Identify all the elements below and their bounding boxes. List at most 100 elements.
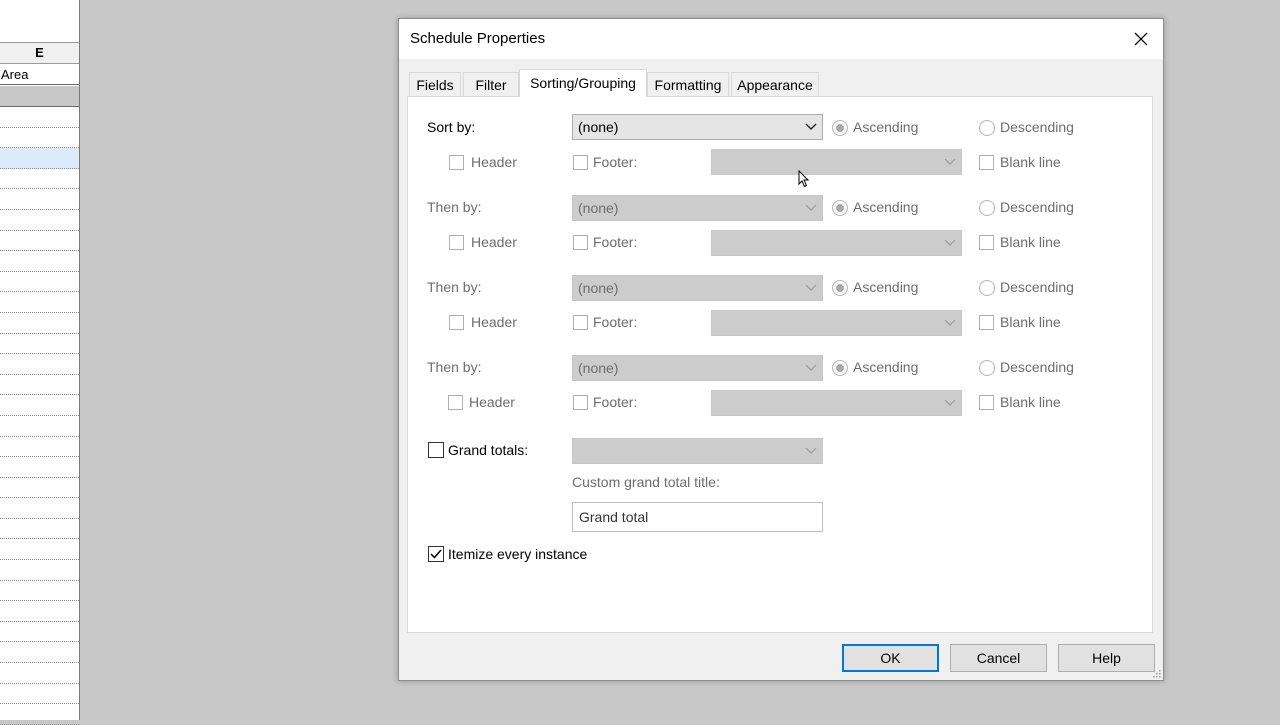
sort-by-label: Sort by: bbox=[427, 119, 476, 135]
tab-filter[interactable]: Filter bbox=[463, 72, 519, 96]
table-row[interactable] bbox=[0, 375, 79, 396]
close-button[interactable] bbox=[1119, 19, 1163, 59]
then-by-2-blank-line-label: Blank line bbox=[1000, 314, 1061, 330]
sort-by-value: (none) bbox=[578, 119, 619, 135]
table-row[interactable] bbox=[0, 251, 79, 272]
table-row[interactable] bbox=[0, 704, 79, 725]
sheet-field-header[interactable]: Area bbox=[0, 64, 79, 85]
then-by-3-footer-label: Footer: bbox=[593, 394, 638, 410]
help-button[interactable]: Help bbox=[1058, 644, 1155, 672]
then-by-3-header-checkbox[interactable] bbox=[448, 395, 463, 410]
sort-by-descending-radio[interactable] bbox=[979, 120, 995, 136]
then-by-2-blank-line-checkbox[interactable] bbox=[979, 315, 994, 330]
then-by-2-footer-checkbox[interactable] bbox=[573, 315, 588, 330]
sort-by-blank-line-checkbox[interactable] bbox=[979, 155, 994, 170]
table-row[interactable] bbox=[0, 189, 79, 210]
then-by-2-footer-dropdown[interactable] bbox=[711, 310, 962, 336]
table-row[interactable] bbox=[0, 292, 79, 313]
table-row[interactable] bbox=[0, 478, 79, 499]
table-row[interactable] bbox=[0, 231, 79, 252]
table-row[interactable] bbox=[0, 622, 79, 643]
tab-fields[interactable]: Fields bbox=[409, 72, 461, 96]
tab-formatting[interactable]: Formatting bbox=[647, 72, 729, 96]
table-row[interactable] bbox=[0, 539, 79, 561]
chevron-down-icon bbox=[943, 391, 957, 415]
then-by-2-header-checkbox[interactable] bbox=[449, 315, 464, 330]
then-by-1-dropdown[interactable]: (none) bbox=[572, 195, 823, 221]
then-by-2-ascending-radio[interactable] bbox=[832, 280, 848, 296]
then-by-1-header-checkbox[interactable] bbox=[449, 235, 464, 250]
chevron-down-icon bbox=[804, 276, 818, 300]
then-by-3-footer-dropdown[interactable] bbox=[711, 390, 962, 416]
table-row[interactable] bbox=[0, 498, 79, 519]
table-row[interactable] bbox=[0, 581, 79, 602]
then-by-3-blank-line-label: Blank line bbox=[1000, 394, 1061, 410]
resize-grip-icon[interactable] bbox=[1151, 668, 1161, 678]
table-row[interactable] bbox=[0, 395, 79, 416]
grand-totals-dropdown[interactable] bbox=[572, 438, 823, 464]
check-icon bbox=[430, 549, 442, 559]
tab-appearance[interactable]: Appearance bbox=[731, 72, 819, 96]
table-row[interactable] bbox=[0, 169, 79, 190]
tab-sorting-grouping[interactable]: Sorting/Grouping bbox=[519, 69, 647, 97]
then-by-1-value: (none) bbox=[578, 200, 619, 216]
sorting-grouping-panel: Sort by: (none) Ascending Descending Hea… bbox=[407, 96, 1153, 633]
then-by-1-label: Then by: bbox=[427, 199, 482, 215]
chevron-down-icon bbox=[943, 231, 957, 255]
table-row[interactable] bbox=[0, 148, 79, 169]
grand-totals-checkbox[interactable] bbox=[428, 442, 444, 458]
schedule-sheet: E Area bbox=[0, 0, 80, 725]
then-by-2-dropdown[interactable]: (none) bbox=[572, 275, 823, 301]
ok-button[interactable]: OK bbox=[842, 644, 939, 672]
chevron-down-icon bbox=[804, 356, 818, 380]
then-by-3-descending-radio[interactable] bbox=[979, 360, 995, 376]
sort-by-footer-dropdown[interactable] bbox=[711, 149, 962, 175]
then-by-2-descending-radio[interactable] bbox=[979, 280, 995, 296]
sort-by-header-checkbox[interactable] bbox=[449, 155, 464, 170]
custom-grand-total-title-input[interactable]: Grand total bbox=[572, 502, 823, 532]
then-by-1-footer-dropdown[interactable] bbox=[711, 230, 962, 256]
sort-by-footer-checkbox[interactable] bbox=[573, 155, 588, 170]
table-row[interactable] bbox=[0, 272, 79, 293]
table-row[interactable] bbox=[0, 107, 79, 128]
sort-by-dropdown[interactable]: (none) bbox=[572, 114, 823, 140]
sheet-rows bbox=[0, 107, 79, 725]
itemize-checkbox[interactable] bbox=[428, 546, 444, 562]
then-by-1-footer-label: Footer: bbox=[593, 234, 638, 250]
table-row[interactable] bbox=[0, 601, 79, 622]
cancel-button[interactable]: Cancel bbox=[950, 644, 1047, 672]
table-row[interactable] bbox=[0, 663, 79, 684]
table-row[interactable] bbox=[0, 334, 79, 355]
then-by-3-ascending-radio[interactable] bbox=[832, 360, 848, 376]
table-row[interactable] bbox=[0, 457, 79, 478]
then-by-3-header-label: Header bbox=[469, 394, 515, 410]
table-row[interactable] bbox=[0, 313, 79, 334]
grand-totals-label: Grand totals: bbox=[448, 442, 529, 458]
sort-by-blank-line-label: Blank line bbox=[1000, 154, 1061, 170]
schedule-properties-dialog: Schedule Properties Fields Filter Sortin… bbox=[398, 18, 1164, 681]
sort-by-ascending-label: Ascending bbox=[853, 119, 919, 135]
table-row[interactable] bbox=[0, 642, 79, 664]
table-row[interactable] bbox=[0, 354, 79, 375]
then-by-3-dropdown[interactable]: (none) bbox=[572, 355, 823, 381]
sheet-column-header[interactable]: E bbox=[0, 43, 79, 64]
then-by-1-descending-radio[interactable] bbox=[979, 200, 995, 216]
sheet-spacer-row bbox=[0, 86, 79, 107]
then-by-1-blank-line-checkbox[interactable] bbox=[979, 235, 994, 250]
sheet-title-area bbox=[0, 0, 79, 43]
table-row[interactable] bbox=[0, 128, 79, 149]
sort-by-ascending-radio[interactable] bbox=[832, 120, 848, 136]
table-row[interactable] bbox=[0, 416, 79, 437]
then-by-1-footer-checkbox[interactable] bbox=[573, 235, 588, 250]
table-row[interactable] bbox=[0, 519, 79, 540]
table-row[interactable] bbox=[0, 437, 79, 458]
table-row[interactable] bbox=[0, 210, 79, 231]
then-by-3-blank-line-checkbox[interactable] bbox=[979, 395, 994, 410]
then-by-1-ascending-label: Ascending bbox=[853, 199, 919, 215]
dialog-titlebar[interactable]: Schedule Properties bbox=[399, 19, 1163, 59]
table-row[interactable] bbox=[0, 684, 79, 705]
then-by-1-ascending-radio[interactable] bbox=[832, 200, 848, 216]
table-row[interactable] bbox=[0, 560, 79, 581]
then-by-3-label: Then by: bbox=[427, 359, 482, 375]
then-by-3-footer-checkbox[interactable] bbox=[573, 395, 588, 410]
